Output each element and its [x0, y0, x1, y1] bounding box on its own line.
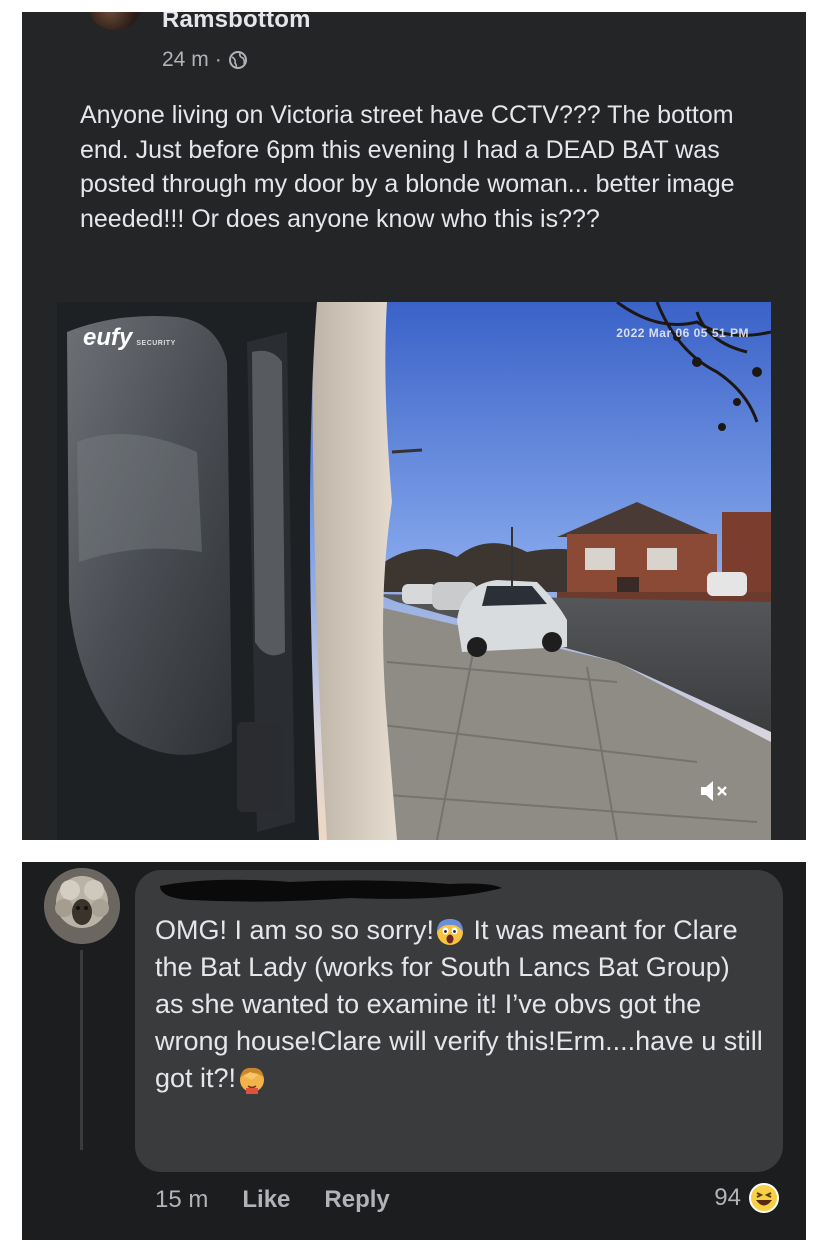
doorbell-camera-scene [57, 302, 771, 840]
post-header: Ramsbottom 24 m · [22, 12, 806, 92]
reply-button[interactable]: Reply [324, 1186, 389, 1214]
post-body-text: Anyone living on Victoria street have CC… [80, 101, 735, 233]
meta-separator: · [214, 48, 222, 71]
like-button[interactable]: Like [242, 1186, 290, 1214]
facepalm-emoji [240, 1067, 265, 1094]
brand-sub: SECURITY [136, 340, 176, 347]
reaction-count: 94 [714, 1184, 741, 1211]
thread-line [80, 950, 83, 1150]
speaker-muted-icon[interactable] [701, 780, 731, 802]
comment-time[interactable]: 15 m [155, 1186, 208, 1214]
author-avatar[interactable] [90, 12, 140, 30]
commenter-avatar[interactable] [44, 868, 120, 944]
author-name[interactable]: Ramsbottom [162, 12, 311, 34]
brand-name: eufy [83, 324, 133, 351]
comment-actions: 15 m Like Reply [155, 1186, 390, 1214]
screaming-face-emoji [437, 918, 464, 945]
commenter-avatar-image [44, 868, 120, 944]
cctv-image[interactable]: eufy SECURITY 2022 Mar 06 05 51 PM [57, 302, 771, 840]
reaction-summary[interactable]: 94 [714, 1183, 779, 1213]
comment-text-part-1: OMG! I am so so sorry! [155, 915, 435, 945]
post-meta: 24 m · [162, 48, 248, 72]
redacted-commenter-name [160, 879, 502, 902]
haha-reaction-icon [749, 1183, 779, 1213]
camera-timestamp: 2022 Mar 06 05 51 PM [616, 326, 749, 340]
comment-text: OMG! I am so so sorry! It was meant for … [155, 912, 765, 1097]
post-card: Ramsbottom 24 m · Anyone living on Victo… [22, 12, 806, 840]
globe-icon [228, 51, 247, 69]
eufy-logo: eufy SECURITY [83, 324, 176, 352]
post-time[interactable]: 24 m [162, 48, 209, 72]
